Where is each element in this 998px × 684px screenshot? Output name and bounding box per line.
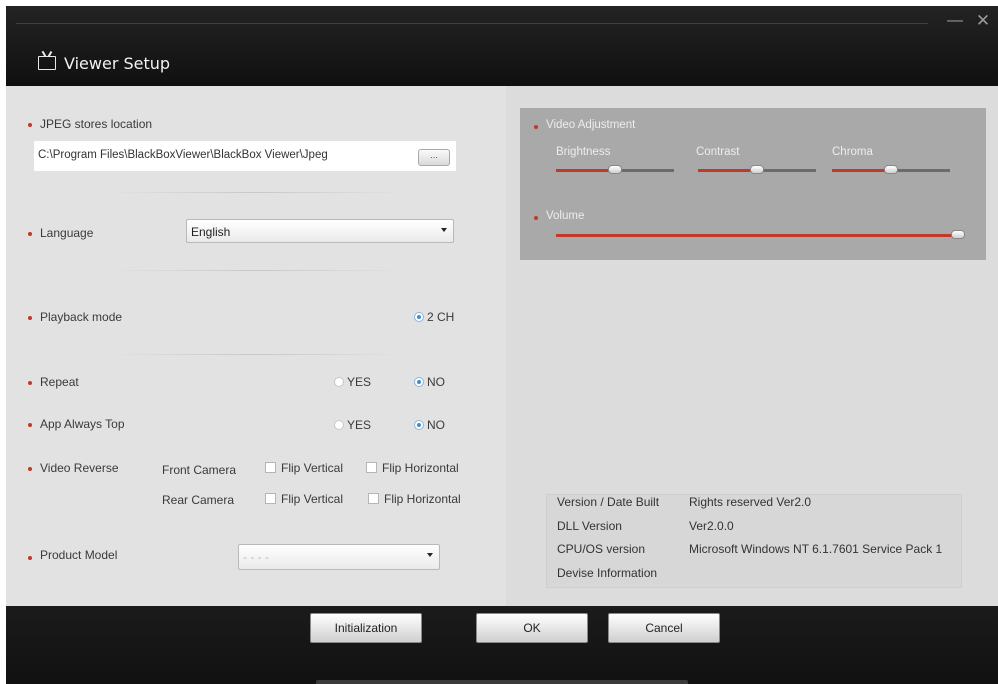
bullet-icon <box>28 316 32 320</box>
always-top-label: App Always Top <box>40 417 125 431</box>
repeat-no-label: NO <box>427 375 445 389</box>
repeat-no-radio[interactable] <box>414 377 424 387</box>
volume-slider[interactable] <box>556 230 965 239</box>
product-model-selected-value: - - - - <box>243 550 269 564</box>
bullet-icon <box>28 123 32 127</box>
browse-button[interactable]: ... <box>418 149 450 166</box>
bullet-icon <box>28 556 32 560</box>
jpeg-path-text: C:\Program Files\BlackBoxViewer\BlackBox… <box>38 149 328 161</box>
video-adjustment-label: Video Adjustment <box>546 119 636 131</box>
version-value: Rights reserved Ver2.0 <box>689 495 812 509</box>
jpeg-path-field[interactable]: C:\Program Files\BlackBoxViewer\BlackBox… <box>34 141 456 171</box>
brightness-slider[interactable] <box>556 165 674 174</box>
playback-mode-label: Playback mode <box>40 310 123 324</box>
video-reverse-label: Video Reverse <box>40 461 119 475</box>
divider <box>106 354 406 355</box>
rear-flip-vertical-label: Flip Vertical <box>281 492 344 506</box>
volume-thumb[interactable] <box>951 230 965 239</box>
bullet-icon <box>28 423 32 427</box>
contrast-label: Contrast <box>696 146 740 158</box>
bullet-icon <box>534 216 538 220</box>
video-adjustment-box: Video Adjustment Brightness Contrast Chr… <box>520 108 986 260</box>
contrast-slider[interactable] <box>698 165 816 174</box>
bullet-icon <box>534 125 538 129</box>
repeat-yes-label: YES <box>347 375 372 389</box>
brightness-thumb[interactable] <box>608 165 622 174</box>
always-top-yes-label: YES <box>347 418 372 432</box>
cpu-os-label: CPU/OS version <box>557 542 646 556</box>
device-info-label: Devise Information <box>557 566 658 580</box>
front-flip-vertical-checkbox[interactable] <box>265 462 276 473</box>
product-model-select[interactable]: - - - - <box>238 544 440 570</box>
bullet-icon <box>28 232 32 236</box>
divider <box>106 192 406 193</box>
ok-button[interactable]: OK <box>476 613 588 643</box>
repeat-yes-radio[interactable] <box>334 377 344 387</box>
front-camera-label: Front Camera <box>162 463 237 477</box>
front-flip-horizontal-label: Flip Horizontal <box>382 461 459 475</box>
language-select[interactable]: English <box>186 219 454 243</box>
cpu-os-value: Microsoft Windows NT 6.1.7601 Service Pa… <box>689 542 943 556</box>
chroma-thumb[interactable] <box>884 165 898 174</box>
minimize-icon[interactable]: — <box>946 12 964 30</box>
tv-icon <box>38 56 56 70</box>
front-flip-horizontal-checkbox[interactable] <box>366 462 377 473</box>
initialization-button[interactable]: Initialization <box>310 613 422 643</box>
always-top-yes-radio[interactable] <box>334 420 344 430</box>
contrast-fill <box>698 169 757 172</box>
version-label: Version / Date Built <box>557 495 660 509</box>
close-icon[interactable]: ✕ <box>974 12 992 30</box>
chevron-down-icon <box>427 553 433 557</box>
chroma-fill <box>832 169 891 172</box>
chroma-label: Chroma <box>832 146 873 158</box>
bullet-icon <box>28 467 32 471</box>
rear-flip-horizontal-label: Flip Horizontal <box>384 492 461 506</box>
viewer-setup-window: — ✕ Viewer Setup JPEG stores location C:… <box>6 6 998 684</box>
title-accent-line <box>16 23 928 24</box>
volume-fill <box>556 234 958 237</box>
rear-flip-vertical-checkbox[interactable] <box>265 493 276 504</box>
contrast-thumb[interactable] <box>750 165 764 174</box>
repeat-label: Repeat <box>40 375 79 389</box>
brightness-label: Brightness <box>556 146 611 158</box>
version-info-box: Version / Date Built Rights reserved Ver… <box>546 494 962 588</box>
settings-panel: JPEG stores location C:\Program Files\Bl… <box>6 86 506 606</box>
bottom-strip <box>316 680 688 684</box>
language-selected-value: English <box>191 225 231 239</box>
rear-camera-label: Rear Camera <box>162 493 235 507</box>
front-flip-vertical-label: Flip Vertical <box>281 461 344 475</box>
playback-2ch-label: 2 CH <box>427 310 455 324</box>
always-top-no-radio[interactable] <box>414 420 424 430</box>
bullet-icon <box>28 381 32 385</box>
language-label: Language <box>40 226 94 240</box>
dll-version-value: Ver2.0.0 <box>689 519 734 533</box>
product-model-label: Product Model <box>40 548 118 562</box>
brightness-fill <box>556 169 615 172</box>
playback-2ch-radio[interactable] <box>414 312 424 322</box>
always-top-no-label: NO <box>427 418 445 432</box>
adjustment-panel: Video Adjustment Brightness Contrast Chr… <box>506 86 998 606</box>
volume-label: Volume <box>546 210 585 222</box>
title-bar: — ✕ Viewer Setup <box>6 6 998 86</box>
cancel-button[interactable]: Cancel <box>608 613 720 643</box>
divider <box>106 270 406 271</box>
window-title: Viewer Setup <box>64 54 171 73</box>
jpeg-location-label: JPEG stores location <box>40 117 153 131</box>
chroma-slider[interactable] <box>832 165 950 174</box>
dll-version-label: DLL Version <box>557 519 622 533</box>
chevron-down-icon <box>441 228 447 232</box>
rear-flip-horizontal-checkbox[interactable] <box>368 493 379 504</box>
